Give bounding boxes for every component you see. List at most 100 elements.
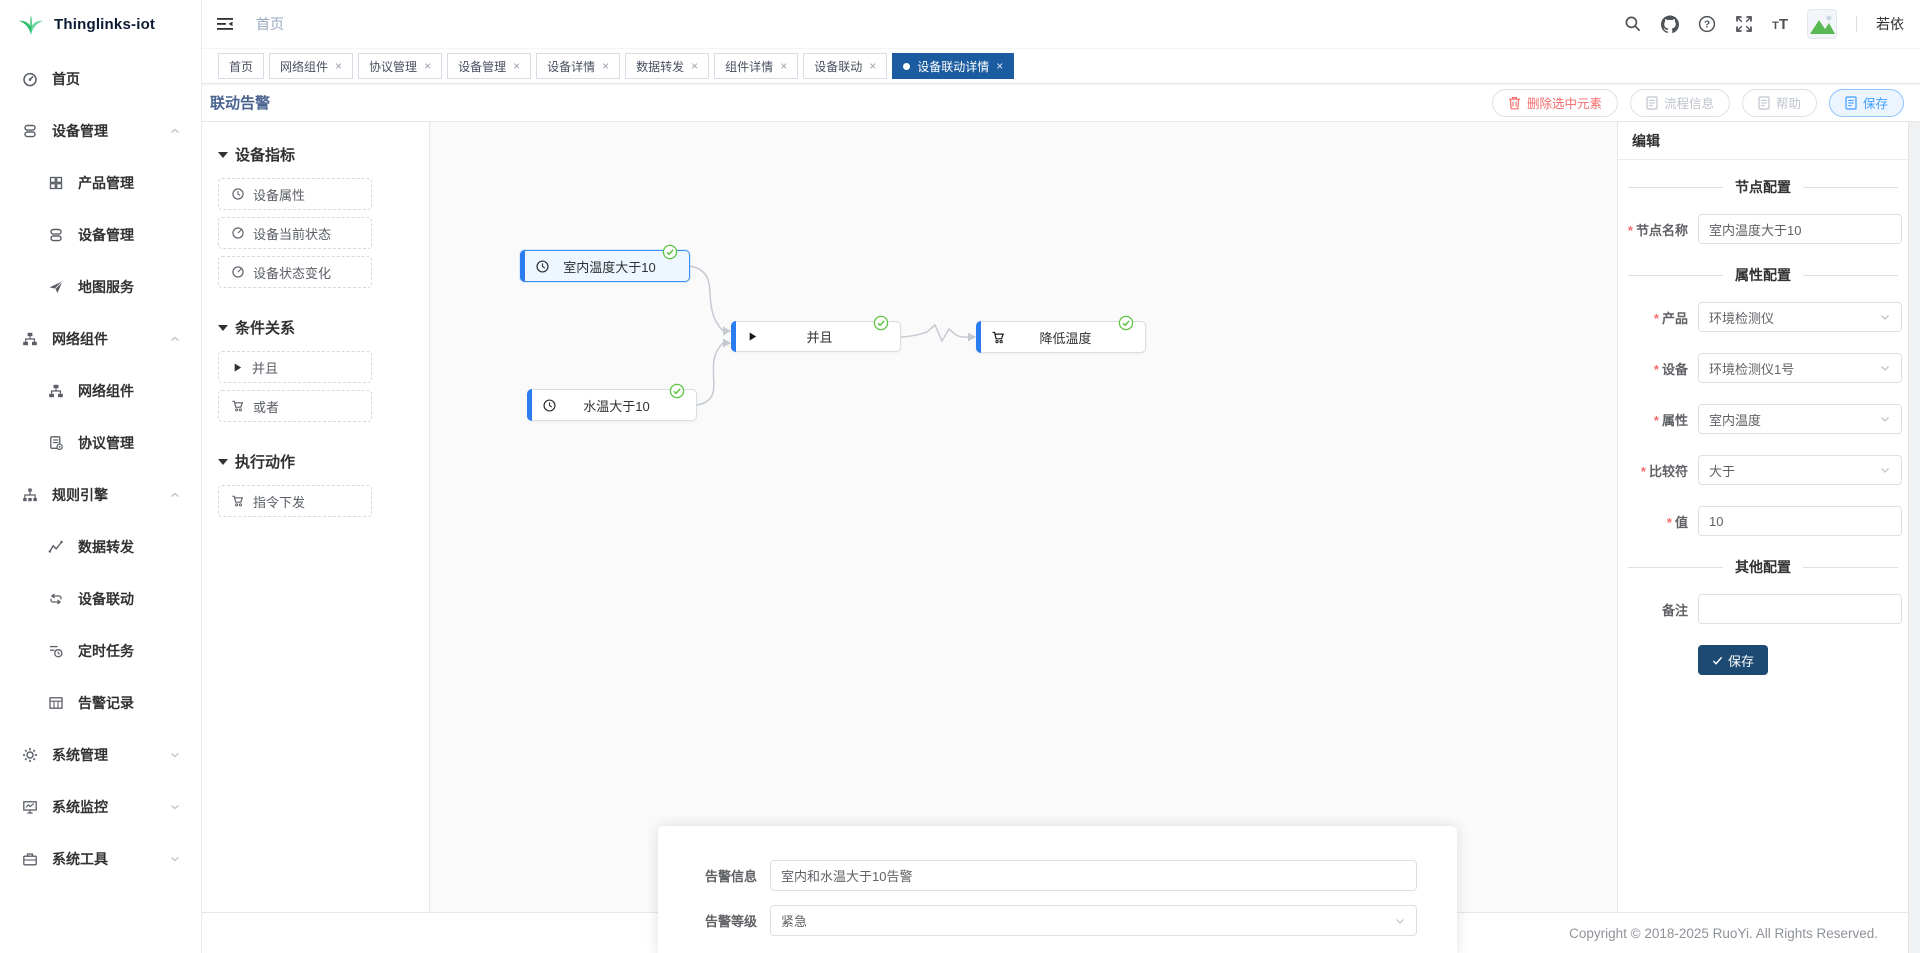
remark-input-wrap	[1698, 594, 1902, 624]
copyright-text: Copyright © 2018-2025 RuoYi. All Rights …	[1569, 926, 1878, 941]
font-size-icon[interactable]: TT	[1772, 17, 1788, 32]
chevron-down-icon	[1879, 413, 1891, 425]
alarm-level-select[interactable]: 紧急	[770, 905, 1417, 936]
tab-device-linkage[interactable]: 设备联动×	[803, 53, 887, 79]
cart-icon	[231, 494, 245, 508]
palette-item-command-dispatch[interactable]: 指令下发	[218, 485, 372, 517]
node-name-label: 节点名称	[1618, 220, 1698, 239]
clock-icon	[542, 398, 557, 413]
chevron-down-icon	[169, 749, 181, 761]
sidebar-item-product-manage[interactable]: 产品管理	[0, 157, 201, 209]
avatar[interactable]	[1807, 9, 1837, 39]
check-badge-icon	[662, 244, 678, 260]
close-icon[interactable]: ×	[996, 60, 1003, 72]
tab-component-detail[interactable]: 组件详情×	[714, 53, 798, 79]
attribute-label: 属性	[1618, 410, 1698, 429]
flow-canvas[interactable]: 室内温度大于10 并且 降低温度 水温大于10	[430, 122, 1617, 912]
sidebar-item-network-component[interactable]: 网络组件	[0, 313, 201, 365]
comparator-select[interactable]: 大于	[1698, 455, 1902, 485]
fullscreen-icon[interactable]	[1735, 15, 1753, 33]
close-icon[interactable]: ×	[424, 60, 431, 72]
triangle-down-icon	[218, 152, 228, 158]
breadcrumb[interactable]: 首页	[256, 14, 284, 34]
remark-input[interactable]	[1709, 602, 1891, 617]
sidebar-item-system-tools[interactable]: 系统工具	[0, 833, 201, 885]
search-icon[interactable]	[1624, 15, 1642, 33]
sidebar-item-home[interactable]: 首页	[0, 53, 201, 105]
alarm-config-card: 告警信息 告警等级 紧急	[658, 826, 1457, 953]
sidebar-item-system-manage[interactable]: 系统管理	[0, 729, 201, 781]
palette-item-and[interactable]: 并且	[218, 351, 372, 383]
app-logo[interactable]: Thinglinks-iot	[0, 0, 201, 49]
sidebar-item-device-manage-sub[interactable]: 设备管理	[0, 209, 201, 261]
sidebar-item-rule-engine[interactable]: 规则引擎	[0, 469, 201, 521]
product-select[interactable]: 环境检测仪	[1698, 302, 1902, 332]
flow-node-lower-temp[interactable]: 降低温度	[976, 321, 1146, 353]
delete-selected-button[interactable]: 删除选中元素	[1492, 89, 1618, 117]
editor-title: 编辑	[1618, 122, 1908, 160]
close-icon[interactable]: ×	[869, 60, 876, 72]
sidebar-collapse-icon[interactable]	[202, 16, 240, 32]
palette-group-device-metrics[interactable]: 设备指标	[218, 144, 429, 165]
sidebar-item-device-manage[interactable]: 设备管理	[0, 105, 201, 157]
close-icon[interactable]: ×	[335, 60, 342, 72]
flow-node-room-temp[interactable]: 室内温度大于10	[520, 250, 690, 282]
tab-protocol-manage[interactable]: 协议管理×	[358, 53, 442, 79]
tab-device-detail[interactable]: 设备详情×	[536, 53, 620, 79]
document-icon	[1758, 96, 1770, 110]
tab-network-component[interactable]: 网络组件×	[269, 53, 353, 79]
scrollbar-track[interactable]	[1908, 122, 1920, 953]
palette-item-device-attribute[interactable]: 设备属性	[218, 178, 372, 210]
sidebar-item-map-service[interactable]: 地图服务	[0, 261, 201, 313]
close-icon[interactable]: ×	[780, 60, 787, 72]
palette-item-or[interactable]: 或者	[218, 390, 372, 422]
sidebar-item-alarm-record[interactable]: 告警记录	[0, 677, 201, 729]
flow-node-and[interactable]: 并且	[731, 321, 901, 352]
tab-home[interactable]: 首页	[218, 53, 264, 79]
help-icon[interactable]: ?	[1698, 15, 1716, 33]
chevron-down-icon	[1394, 915, 1406, 927]
palette-item-device-state-change[interactable]: 设备状态变化	[218, 256, 372, 288]
alarm-message-label: 告警信息	[658, 866, 770, 885]
header-actions: ? TT 若依	[1624, 9, 1920, 39]
network-icon	[22, 331, 38, 347]
palette-group-condition[interactable]: 条件关系	[218, 317, 429, 338]
toolbox-icon	[22, 851, 38, 867]
sidebar-menu: 首页 设备管理 产品管理 设备管理 地图服务 网络组件	[0, 49, 201, 885]
github-icon[interactable]	[1661, 15, 1679, 33]
sidebar-item-network-component-sub[interactable]: 网络组件	[0, 365, 201, 417]
device-link-icon	[48, 591, 64, 607]
value-input[interactable]	[1709, 514, 1891, 529]
flow-node-water-temp[interactable]: 水温大于10	[527, 389, 697, 421]
close-icon[interactable]: ×	[691, 60, 698, 72]
attribute-select[interactable]: 室内温度	[1698, 404, 1902, 434]
palette-item-device-current-state[interactable]: 设备当前状态	[218, 217, 372, 249]
play-icon	[231, 361, 244, 374]
save-flow-button[interactable]: 保存	[1829, 89, 1904, 117]
tab-device-manage[interactable]: 设备管理×	[447, 53, 531, 79]
sidebar-item-data-forward[interactable]: 数据转发	[0, 521, 201, 573]
tab-device-linkage-detail[interactable]: 设备联动详情×	[892, 53, 1014, 79]
gear-icon	[22, 747, 38, 763]
palette-group-action[interactable]: 执行动作	[218, 451, 429, 472]
close-icon[interactable]: ×	[513, 60, 520, 72]
save-node-button[interactable]: 保存	[1698, 645, 1768, 675]
sidebar-item-device-linkage[interactable]: 设备联动	[0, 573, 201, 625]
clock-icon	[535, 259, 550, 274]
tab-data-forward[interactable]: 数据转发×	[625, 53, 709, 79]
flow-info-button[interactable]: 流程信息	[1630, 89, 1730, 117]
username[interactable]: 若依	[1876, 14, 1904, 34]
device-select[interactable]: 环境检测仪1号	[1698, 353, 1902, 383]
section-other-config: 其他配置	[1628, 557, 1898, 577]
gauge-icon	[231, 265, 245, 279]
chevron-down-icon	[1879, 464, 1891, 476]
trash-icon	[1508, 96, 1521, 110]
node-name-input[interactable]	[1709, 222, 1891, 237]
close-icon[interactable]: ×	[602, 60, 609, 72]
product-icon	[48, 175, 64, 191]
help-button[interactable]: 帮助	[1742, 89, 1817, 117]
sidebar-item-protocol-manage[interactable]: 协议管理	[0, 417, 201, 469]
sidebar-item-system-monitor[interactable]: 系统监控	[0, 781, 201, 833]
sidebar-item-timed-task[interactable]: 定时任务	[0, 625, 201, 677]
alarm-message-input[interactable]	[781, 868, 1406, 883]
